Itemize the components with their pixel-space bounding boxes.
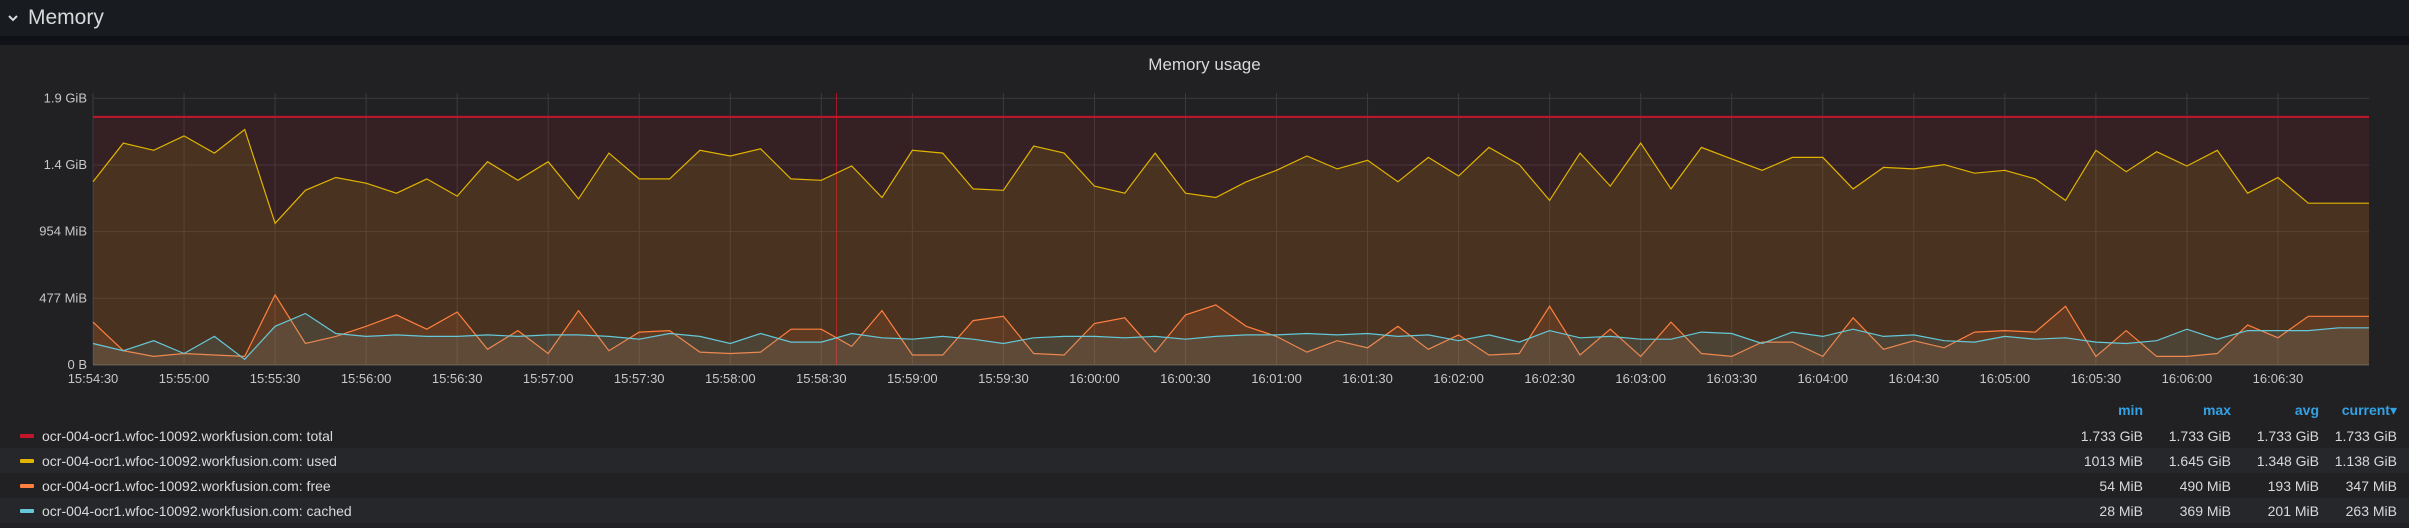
series-color-swatch[interactable] (20, 458, 34, 463)
legend-avg: 193 MiB (2267, 477, 2319, 494)
y-tick-label: 1.9 GiB (44, 90, 87, 105)
legend-series-name[interactable]: ocr-004-ocr1.wfoc-10092.workfusion.com: … (42, 478, 331, 494)
x-tick-label: 15:59:30 (978, 371, 1029, 386)
x-tick-label: 16:03:30 (1706, 371, 1757, 386)
y-tick-label: 477 MiB (39, 290, 87, 305)
legend-values: 54 MiB 490 MiB 193 MiB 347 MiB (2055, 478, 2409, 494)
legend-current: 1.733 GiB (2334, 427, 2397, 444)
row-header[interactable]: Memory (0, 0, 2409, 36)
legend-current: 263 MiB (2345, 502, 2397, 519)
legend-row-free[interactable]: ocr-004-ocr1.wfoc-10092.workfusion.com: … (0, 473, 2409, 498)
legend-avg: 201 MiB (2267, 502, 2319, 519)
y-tick-label: 954 MiB (39, 224, 87, 239)
legend-series-name[interactable]: ocr-004-ocr1.wfoc-10092.workfusion.com: … (42, 503, 352, 519)
legend-header-min[interactable]: min (2055, 402, 2143, 422)
legend-values: 28 MiB 369 MiB 201 MiB 263 MiB (2055, 503, 2409, 519)
legend-row-cached[interactable]: ocr-004-ocr1.wfoc-10092.workfusion.com: … (0, 498, 2409, 523)
legend-series-name[interactable]: ocr-004-ocr1.wfoc-10092.workfusion.com: … (42, 453, 337, 469)
legend-values: 1013 MiB 1.645 GiB 1.348 GiB 1.138 GiB (2055, 453, 2409, 469)
x-tick-label: 16:02:30 (1524, 371, 1575, 386)
legend-max: 490 MiB (2179, 477, 2231, 494)
legend-min: 28 MiB (2099, 502, 2143, 519)
x-tick-label: 16:04:00 (1797, 371, 1848, 386)
legend-row-used[interactable]: ocr-004-ocr1.wfoc-10092.workfusion.com: … (0, 448, 2409, 473)
series-color-swatch[interactable] (20, 433, 34, 438)
series-color-swatch[interactable] (20, 508, 34, 513)
x-tick-label: 15:58:00 (705, 371, 756, 386)
legend-avg: 1.733 GiB (2256, 427, 2319, 444)
x-tick-label: 15:54:30 (68, 371, 119, 386)
legend-header: min max avg current▾ (2055, 402, 2409, 422)
legend-series-name[interactable]: ocr-004-ocr1.wfoc-10092.workfusion.com: … (42, 428, 333, 444)
x-tick-label: 15:56:30 (432, 371, 483, 386)
x-tick-label: 15:56:00 (341, 371, 392, 386)
x-tick-label: 15:58:30 (796, 371, 847, 386)
legend-max: 1.645 GiB (2168, 452, 2231, 469)
legend-min: 1.733 GiB (2080, 427, 2143, 444)
x-tick-label: 15:57:30 (614, 371, 665, 386)
legend-values: 1.733 GiB 1.733 GiB 1.733 GiB 1.733 GiB (2055, 428, 2409, 444)
x-tick-label: 15:59:00 (887, 371, 938, 386)
legend-avg: 1.348 GiB (2256, 452, 2319, 469)
x-tick-label: 16:00:00 (1069, 371, 1120, 386)
x-tick-label: 16:01:00 (1251, 371, 1302, 386)
x-tick-label: 16:06:30 (2253, 371, 2304, 386)
x-tick-label: 16:01:30 (1342, 371, 1393, 386)
legend-max: 369 MiB (2179, 502, 2231, 519)
memory-usage-chart[interactable]: 0 B 477 MiB 954 MiB 1.4 GiB 1.9 GiB 15:54:30 1… (0, 45, 2409, 400)
legend-row-total[interactable]: ocr-004-ocr1.wfoc-10092.workfusion.com: … (0, 423, 2409, 448)
legend-header-current[interactable]: current▾ (2319, 402, 2409, 422)
sort-desc-icon: ▾ (2389, 402, 2397, 418)
x-tick-label: 16:03:00 (1615, 371, 1666, 386)
x-tick-label: 15:55:30 (250, 371, 301, 386)
legend-header-avg[interactable]: avg (2231, 402, 2319, 422)
x-tick-label: 16:04:30 (1888, 371, 1939, 386)
x-tick-label: 15:57:00 (523, 371, 574, 386)
x-tick-label: 16:05:00 (1980, 371, 2031, 386)
legend-current: 1.138 GiB (2334, 452, 2397, 469)
legend-min: 54 MiB (2099, 477, 2143, 494)
y-tick-label: 0 B (67, 357, 87, 372)
memory-usage-panel: Memory usage 0 B 477 MiB 954 MiB 1.4 GiB 1.9… (0, 45, 2409, 528)
legend-min: 1013 MiB (2083, 452, 2143, 469)
x-tick-label: 16:05:30 (2071, 371, 2122, 386)
legend-current: 347 MiB (2345, 477, 2397, 494)
legend-header-current-label[interactable]: current (2342, 402, 2390, 418)
y-tick-label: 1.4 GiB (44, 157, 87, 172)
legend-max: 1.733 GiB (2168, 427, 2231, 444)
series-color-swatch[interactable] (20, 483, 34, 488)
chevron-down-icon[interactable] (6, 11, 20, 25)
legend: ocr-004-ocr1.wfoc-10092.workfusion.com: … (0, 423, 2409, 523)
x-tick-label: 15:55:00 (159, 371, 210, 386)
legend-header-max[interactable]: max (2143, 402, 2231, 422)
x-tick-label: 16:06:00 (2162, 371, 2213, 386)
row-title[interactable]: Memory (28, 6, 104, 30)
x-tick-label: 16:02:00 (1433, 371, 1484, 386)
x-tick-label: 16:00:30 (1160, 371, 1211, 386)
